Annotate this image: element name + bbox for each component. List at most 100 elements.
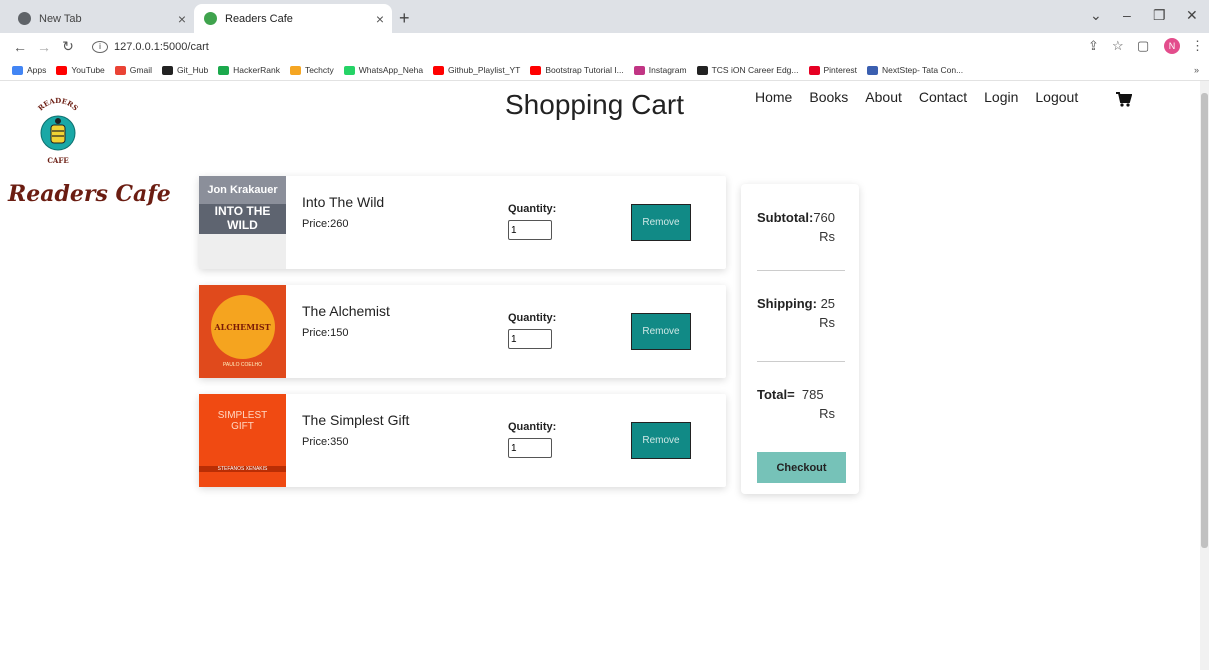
shipping-label: Shipping: [757,296,817,311]
browser-tabstrip: New Tab × Readers Cafe × + ⌄ – ❐ ✕ [0,0,1209,33]
nav-about[interactable]: About [865,89,902,105]
shipping-row: Shipping: 25 Rs [757,296,849,330]
currency-unit: Rs [819,406,835,421]
scrollbar-thumb[interactable] [1201,93,1208,548]
bookmark-item[interactable]: Gmail [114,65,152,75]
side-panel-icon[interactable]: ▢ [1137,38,1149,54]
bookmark-favicon-icon [218,65,230,75]
reload-icon[interactable]: ↻ [56,38,80,55]
bookmark-favicon-icon [633,65,645,75]
readers-cafe-logo[interactable]: READERS CAFE [28,95,88,169]
total-row: Total= 785 Rs [757,387,849,421]
currency-unit: Rs [819,229,835,244]
checkout-button[interactable]: Checkout [757,452,846,483]
cover-author: PAULO COELHO [222,362,263,368]
bookmarks-more-icon[interactable]: » [1194,65,1199,75]
scrollbar[interactable] [1200,81,1209,670]
quantity-label: Quantity: [508,312,557,324]
remove-button[interactable]: Remove [631,313,691,350]
quantity-input[interactable] [508,438,552,458]
remove-button[interactable]: Remove [631,204,691,241]
svg-text:READERS: READERS [36,96,80,112]
minimize-icon[interactable]: – [1123,7,1131,23]
cover-author: STEFANOS XENAKIS [199,465,286,472]
share-icon[interactable]: ⇪ [1088,38,1099,54]
url-text[interactable]: 127.0.0.1:5000/cart [114,41,209,53]
cart-item: ALCHEMIST PAULO COELHO The Alchemist Pri… [199,285,726,378]
bookmark-favicon-icon [696,65,708,75]
nav-home[interactable]: Home [755,89,792,105]
bookmark-label: Gmail [129,65,152,75]
shopping-cart-icon[interactable] [1116,92,1132,107]
item-name: The Simplest Gift [302,412,410,428]
quantity-input[interactable] [508,220,552,240]
bookmark-item[interactable]: Github_Playlist_YT [433,65,520,75]
tab-readers-cafe[interactable]: Readers Cafe × [194,4,392,33]
bookmark-label: Git_Hub [176,65,209,75]
tab-new-tab[interactable]: New Tab × [8,4,194,33]
close-window-icon[interactable]: ✕ [1186,7,1198,24]
main-nav: Home Books About Contact Login Logout [755,89,1095,105]
logo-bottom-text: CAFE [47,156,68,165]
bookmark-label: WhatsApp_Neha [358,65,424,75]
bookmark-label: Bootstrap Tutorial I... [545,65,624,75]
item-name: Into The Wild [302,194,385,210]
cover-title: INTO THE WILD [199,204,286,234]
forward-icon[interactable]: → [32,39,56,55]
cart-item: Jon Krakauer INTO THE WILD Into The Wild… [199,176,726,269]
nav-logout[interactable]: Logout [1035,89,1078,105]
bookmark-item[interactable]: Instagram [633,65,687,75]
back-icon[interactable]: ← [8,39,32,55]
shipping-value: 25 [820,296,836,311]
bookmark-item[interactable]: YouTube [56,65,105,75]
browser-toolbar: ← → ↻ i 127.0.0.1:5000/cart ⇪ ☆ ▢ ⋮ [0,33,1209,60]
star-icon[interactable]: ☆ [1112,38,1124,54]
divider [757,361,845,362]
bookmark-item[interactable]: WhatsApp_Neha [343,65,424,75]
bookmark-item[interactable]: Pinterest [808,65,857,75]
chevron-down-icon[interactable]: ⌄ [1090,7,1102,24]
quantity-label: Quantity: [508,203,557,215]
new-tab-button[interactable]: + [399,8,410,29]
item-price: Price:350 [302,436,349,448]
bookmark-label: HackerRank [233,65,280,75]
profile-avatar[interactable]: N [1164,38,1180,54]
bookmark-favicon-icon [289,65,301,75]
bookmark-favicon-icon [433,65,445,75]
page-title: Shopping Cart [505,89,685,120]
bookmark-item[interactable]: NextStep- Tata Con... [867,65,963,75]
nav-contact[interactable]: Contact [919,89,967,105]
bookmark-item[interactable]: Techcty [289,65,334,75]
order-summary: Subtotal:760 Rs Shipping: 25 Rs Total= 7… [741,184,859,494]
close-icon[interactable]: × [368,11,392,27]
bookmark-item[interactable]: Bootstrap Tutorial I... [530,65,624,75]
nav-books[interactable]: Books [809,89,848,105]
cover-title: ALCHEMIST [214,322,271,332]
nav-login[interactable]: Login [984,89,1018,105]
info-icon[interactable]: i [92,40,108,53]
bookmark-label: NextStep- Tata Con... [882,65,964,75]
bookmark-label: TCS iON Career Edg... [711,65,799,75]
bookmark-favicon-icon [56,65,68,75]
chrome-icon [18,12,31,25]
logo-top-text: READERS [36,96,80,112]
divider [757,270,845,271]
item-name: The Alchemist [302,303,390,319]
bookmark-favicon-icon [808,65,820,75]
quantity-label: Quantity: [508,421,557,433]
bookmark-item[interactable]: Git_Hub [161,65,209,75]
bookmark-label: Apps [27,65,47,75]
bookmark-item[interactable]: HackerRank [218,65,280,75]
bookmark-favicon-icon [114,65,126,75]
remove-button[interactable]: Remove [631,422,691,459]
kebab-menu-icon[interactable]: ⋮ [1191,38,1204,54]
restore-icon[interactable]: ❐ [1153,7,1166,24]
quantity-input[interactable] [508,329,552,349]
address-bar[interactable]: i 127.0.0.1:5000/cart [92,36,1152,57]
brand-name: Readers Cafe [8,181,171,207]
total-value: 785 [801,387,824,402]
bookmark-item[interactable]: TCS iON Career Edg... [696,65,799,75]
subtotal-row: Subtotal:760 Rs [757,210,849,244]
bookmark-item[interactable]: Apps [12,65,46,75]
close-icon[interactable]: × [170,11,194,27]
